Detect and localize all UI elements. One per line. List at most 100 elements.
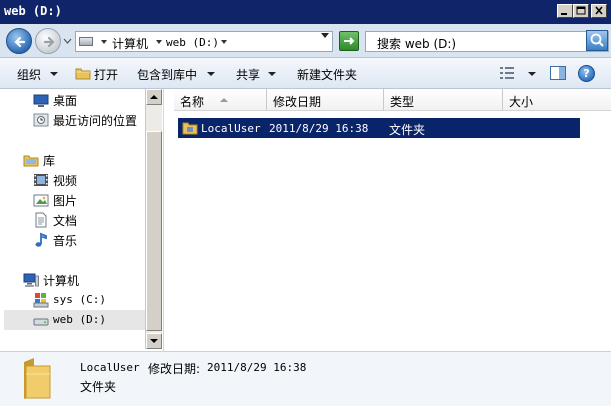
back-arrow-icon xyxy=(14,36,26,48)
details-item-type: 文件夹 xyxy=(80,380,117,394)
details-modified-label: 修改日期: xyxy=(148,362,201,376)
file-list: 名称 修改日期 类型 大小 LocalUser 2011/8/29 16:38 … xyxy=(163,89,611,351)
address-toolbar: 计算机 web (D:) 搜索 web (D:) xyxy=(0,24,611,58)
breadcrumb-computer[interactable]: 计算机 xyxy=(112,35,148,52)
drive-icon xyxy=(33,318,49,326)
documents-icon xyxy=(35,212,47,228)
row-date-modified: 2011/8/29 16:38 xyxy=(269,122,369,135)
details-item-name: LocalUser xyxy=(80,361,140,374)
address-box[interactable]: 计算机 web (D:) xyxy=(75,31,333,52)
nav-label: 桌面 xyxy=(53,94,78,108)
search-button[interactable] xyxy=(586,30,608,51)
breadcrumb-separator[interactable] xyxy=(221,40,227,44)
nav-item-computer[interactable]: 计算机 xyxy=(23,270,141,290)
drive-icon xyxy=(79,37,93,46)
column-header-label: 类型 xyxy=(390,95,415,109)
nav-label: 库 xyxy=(43,154,56,168)
column-header-name[interactable]: 名称 xyxy=(174,89,267,111)
help-icon[interactable]: ? xyxy=(578,65,595,82)
address-dropdown-icon[interactable] xyxy=(321,33,329,38)
nav-label: 图片 xyxy=(53,194,78,208)
share-dropdown-icon[interactable] xyxy=(268,72,276,76)
title-bar: web (D:) xyxy=(0,0,611,24)
desktop-icon xyxy=(33,94,49,107)
open-folder-icon xyxy=(75,68,91,80)
minimize-icon xyxy=(561,13,567,15)
nav-label: sys (C:) xyxy=(53,293,106,306)
view-options-icon[interactable] xyxy=(500,67,514,79)
details-pane: LocalUser 修改日期: 2011/8/29 16:38 文件夹 xyxy=(0,351,611,406)
command-bar: 组织 打开 包含到库中 共享 新建文件夹 ? xyxy=(0,58,611,89)
scroll-thumb[interactable] xyxy=(146,131,162,331)
pictures-icon xyxy=(33,194,49,207)
scroll-up-arrow-icon xyxy=(150,95,158,99)
column-header-label: 大小 xyxy=(509,95,534,109)
new-folder-button[interactable]: 新建文件夹 xyxy=(297,66,357,83)
nav-item-sys-drive[interactable]: sys (C:) xyxy=(33,290,141,310)
column-header-type[interactable]: 类型 xyxy=(384,89,503,111)
organize-dropdown-icon[interactable] xyxy=(50,72,58,76)
open-button[interactable]: 打开 xyxy=(94,66,118,83)
minimize-button[interactable] xyxy=(557,4,573,18)
system-drive-icon xyxy=(33,293,49,308)
nav-label: web (D:) xyxy=(53,313,106,326)
scroll-down-button[interactable] xyxy=(146,333,162,349)
nav-item-videos[interactable]: 视频 xyxy=(33,170,141,190)
recent-places-icon xyxy=(33,113,49,127)
nav-label: 文档 xyxy=(53,214,78,228)
sort-ascending-icon xyxy=(220,98,228,102)
nav-label: 计算机 xyxy=(43,274,80,288)
scroll-up-button[interactable] xyxy=(146,89,162,105)
nav-scrollbar[interactable] xyxy=(145,89,162,349)
refresh-icon xyxy=(344,37,355,45)
include-in-library-dropdown-icon[interactable] xyxy=(207,72,215,76)
nav-label: 最近访问的位置 xyxy=(53,114,138,128)
navigation-pane: 桌面 最近访问的位置 库 视频 图片 文档 音乐 计算机 sys (C:) we… xyxy=(0,89,145,347)
preview-pane-icon[interactable] xyxy=(550,66,566,80)
window-title: web (D:) xyxy=(4,4,62,18)
scroll-down-arrow-icon xyxy=(150,339,158,343)
maximize-icon xyxy=(576,6,586,15)
nav-item-desktop[interactable]: 桌面 xyxy=(33,90,141,110)
row-type: 文件夹 xyxy=(389,123,426,137)
forward-button[interactable] xyxy=(35,28,61,54)
row-name: LocalUser xyxy=(201,122,261,135)
computer-icon xyxy=(23,273,39,287)
view-options-dropdown-icon[interactable] xyxy=(528,72,536,76)
nav-item-music[interactable]: 音乐 xyxy=(33,230,141,250)
breadcrumb-separator[interactable] xyxy=(101,40,107,44)
breadcrumb-separator[interactable] xyxy=(156,40,162,44)
nav-item-pictures[interactable]: 图片 xyxy=(33,190,141,210)
search-icon xyxy=(590,33,604,47)
nav-item-web-drive[interactable]: web (D:) xyxy=(4,310,145,330)
column-header-size[interactable]: 大小 xyxy=(503,89,611,111)
close-icon xyxy=(595,6,603,15)
organize-button[interactable]: 组织 xyxy=(17,66,41,83)
nav-item-documents[interactable]: 文档 xyxy=(33,210,141,230)
back-button[interactable] xyxy=(6,28,32,54)
column-header-date-modified[interactable]: 修改日期 xyxy=(267,89,384,111)
libraries-icon xyxy=(23,155,39,167)
breadcrumb-web-drive[interactable]: web (D:) xyxy=(166,36,219,49)
share-button[interactable]: 共享 xyxy=(236,66,260,83)
nav-label: 视频 xyxy=(53,174,78,188)
maximize-button[interactable] xyxy=(573,4,589,18)
forward-arrow-icon xyxy=(43,36,55,48)
table-row[interactable]: LocalUser 2011/8/29 16:38 文件夹 xyxy=(178,118,580,138)
search-input[interactable]: 搜索 web (D:) xyxy=(365,31,609,52)
nav-label: 音乐 xyxy=(53,234,78,248)
recent-pages-chevron-icon[interactable] xyxy=(63,38,72,44)
close-button[interactable] xyxy=(591,4,607,18)
large-folder-icon xyxy=(24,358,51,399)
include-in-library-button[interactable]: 包含到库中 xyxy=(137,66,197,83)
nav-item-recent-places[interactable]: 最近访问的位置 xyxy=(33,110,141,130)
column-header-label: 名称 xyxy=(180,95,205,109)
details-modified-value: 2011/8/29 16:38 xyxy=(207,361,307,374)
search-placeholder: 搜索 web (D:) xyxy=(377,37,457,51)
nav-item-libraries[interactable]: 库 xyxy=(23,150,141,170)
videos-icon xyxy=(34,174,48,186)
music-icon xyxy=(35,232,47,247)
refresh-button[interactable] xyxy=(339,31,359,51)
folder-icon xyxy=(182,122,198,135)
column-header-label: 修改日期 xyxy=(273,95,322,109)
